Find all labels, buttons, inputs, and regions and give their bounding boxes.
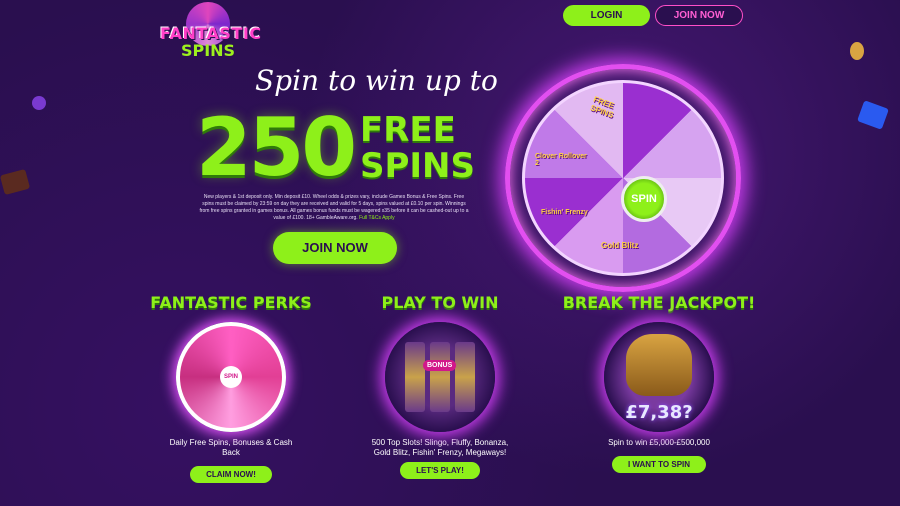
wheel-face: FREE SPINS Clover Rollover 2 Gold Blitz … [522,80,724,276]
play-column: PLAY TO WIN BONUS 500 Top Slots! Slingo,… [335,293,545,479]
perks-description: Daily Free Spins, Bonuses & Cash Back [169,438,293,457]
jackpot-description: Spin to win £5,000-£500,000 [608,438,710,447]
lets-play-button[interactable]: LET'S PLAY! [400,462,480,479]
wheel-segment-fishin: Fishin' Frenzy [541,209,588,216]
brand-logo[interactable]: FANTASTIC SPINS [160,2,261,60]
slots-reels-image: BONUS [385,322,495,432]
jackpot-elephant-image: £7,38? [604,322,714,432]
gold-coin-icon [850,42,864,60]
hero-spins-label: SPINS [360,146,475,186]
wheel-segment-clover: Clover Rollover 2 [535,153,587,167]
join-now-hero-button[interactable]: JOIN NOW [273,232,397,264]
grapes-icon [32,96,46,110]
perks-title: FANTASTIC PERKS [150,293,312,312]
terms-body: New players & 1st deposit only. Min depo… [199,194,469,221]
slot-reel-2 [430,342,450,412]
perks-wheel-image: SPIN [176,322,286,432]
hero-big-number: 250 [196,101,357,194]
join-now-header-button[interactable]: JOIN NOW [655,5,743,26]
logo-text-line2: SPINS [180,41,236,60]
claim-now-button[interactable]: CLAIM NOW! [190,466,272,483]
login-button[interactable]: LOGIN [563,5,650,26]
hero-free-label: FREE [360,110,456,150]
hero-free-spins-label: FREE SPINS [360,112,475,184]
perks-column: FANTASTIC PERKS SPIN Daily Free Spins, B… [126,293,336,483]
elephant-icon [626,334,692,396]
perks-wheel-center: SPIN [220,366,242,388]
terms-link[interactable]: Full T&Cs Apply [359,215,394,221]
wheel-segment-gold-blitz: Gold Blitz [601,241,639,250]
play-description: 500 Top Slots! Slingo, Fluffy, Bonanza, … [371,438,509,457]
wheel-spin-button[interactable]: SPIN [621,176,667,222]
prize-wheel[interactable]: FREE SPINS Clover Rollover 2 Gold Blitz … [500,60,750,292]
terms-text: New players & 1st deposit only. Min depo… [198,194,470,222]
hero-headline: Spin to win up to [255,64,498,97]
slot-reel-1 [405,342,425,412]
i-want-to-spin-button[interactable]: I WANT TO SPIN [611,456,707,473]
jackpot-title: BREAK THE JACKPOT! [562,293,756,312]
play-title: PLAY TO WIN [381,293,499,312]
jackpot-column: BREAK THE JACKPOT! £7,38? Spin to win £5… [554,293,764,473]
slot-reel-3 [455,342,475,412]
wheel-segment-free-spins: FREE SPINS [589,94,616,120]
jackpot-amount: £7,38? [625,402,693,423]
bonus-badge: BONUS [423,360,457,371]
